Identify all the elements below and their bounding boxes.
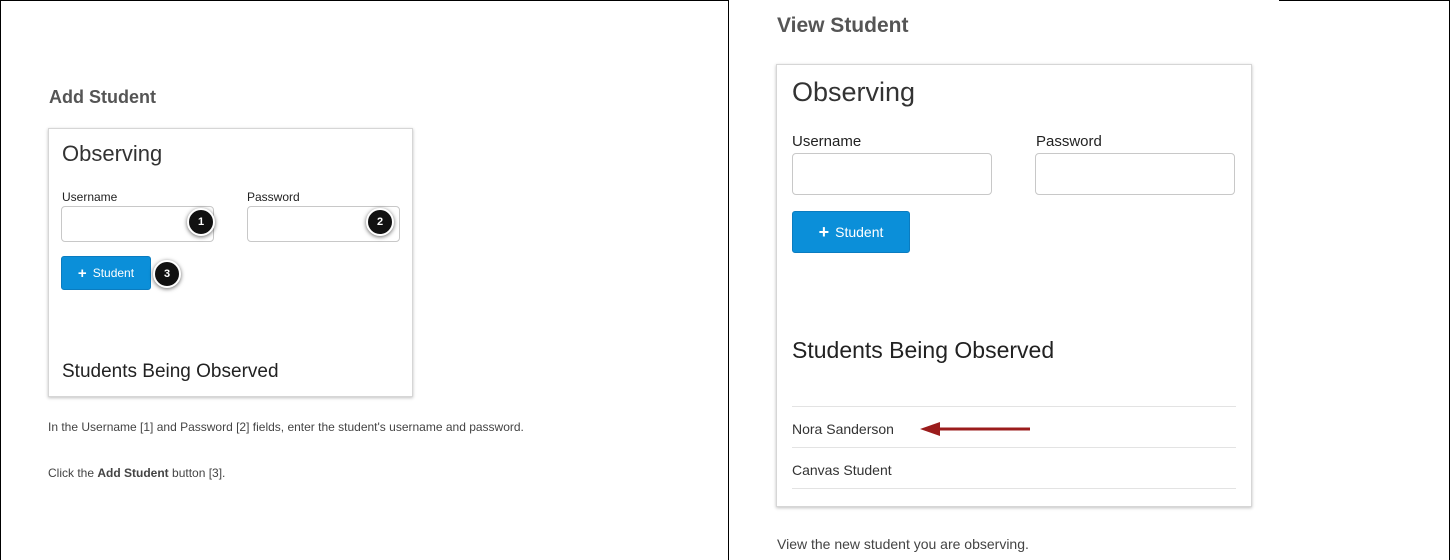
add-student-button-label-large: Student xyxy=(835,224,884,240)
view-student-title: View Student xyxy=(777,14,909,37)
callout-badge-3: 3 xyxy=(153,260,181,288)
add-student-button-large[interactable]: + Student xyxy=(792,211,910,253)
instruction-add-student: Click the Add Student button [3]. xyxy=(48,466,225,480)
instruction-bold-add-student: Add Student xyxy=(97,466,169,480)
observing-heading: Observing xyxy=(62,141,163,166)
student-list-item-nora[interactable]: Nora Sanderson xyxy=(792,421,894,437)
observing-card-large: Observing Username Password + Student St… xyxy=(776,64,1252,507)
red-arrow-icon xyxy=(920,422,1030,436)
password-label: Password xyxy=(247,190,300,204)
add-student-button-label: Student xyxy=(92,266,135,280)
instruction-username-password: In the Username [1] and Password [2] fie… xyxy=(48,420,524,434)
plus-icon: + xyxy=(818,221,830,242)
observing-heading-large: Observing xyxy=(792,77,916,107)
password-input-large[interactable] xyxy=(1035,153,1235,195)
frame-top-gap xyxy=(729,0,1279,2)
add-student-button[interactable]: + Student xyxy=(61,256,151,290)
list-divider xyxy=(792,488,1236,489)
students-being-observed-heading-large: Students Being Observed xyxy=(792,337,1055,363)
plus-icon: + xyxy=(77,264,87,282)
list-divider xyxy=(792,447,1236,448)
students-being-observed-heading: Students Being Observed xyxy=(62,361,279,382)
instruction-suffix: button [3]. xyxy=(168,466,226,480)
frame-left-border xyxy=(0,0,1,560)
student-list-item-canvas[interactable]: Canvas Student xyxy=(792,462,892,478)
username-label-large: Username xyxy=(792,133,862,150)
username-input-large[interactable] xyxy=(792,153,992,195)
password-label-large: Password xyxy=(1036,133,1102,150)
view-student-caption: View the new student you are observing. xyxy=(777,536,1029,552)
observing-card-small: Observing Username Password + Student St… xyxy=(48,128,413,397)
frame-divider xyxy=(728,0,729,560)
add-student-title: Add Student xyxy=(49,87,156,107)
callout-badge-1: 1 xyxy=(187,208,215,236)
username-label: Username xyxy=(62,190,118,204)
instruction-prefix: Click the xyxy=(48,466,98,480)
callout-badge-2: 2 xyxy=(366,208,394,236)
list-divider xyxy=(792,406,1236,407)
